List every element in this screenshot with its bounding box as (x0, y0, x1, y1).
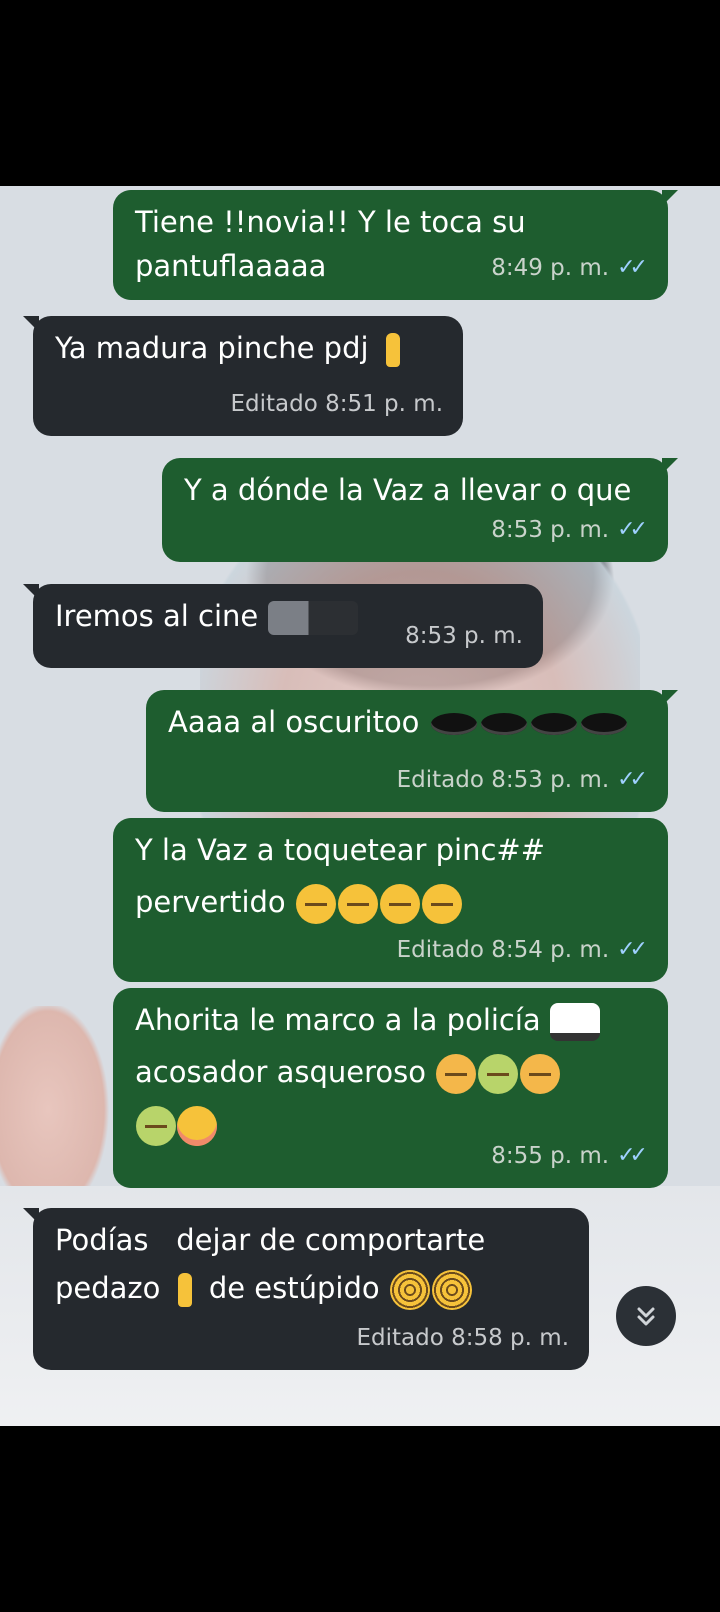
message-text: Tiene !!novia!! Y le toca su (135, 205, 526, 239)
expressionless-emoji-icon (295, 884, 336, 924)
expressionless-emoji-icon (421, 884, 462, 924)
message-text: Ya madura pinche pdj (55, 326, 441, 370)
bubble-tail (23, 1208, 39, 1224)
message-meta: Editado 8:54 p. m. ✓✓ (397, 928, 648, 972)
hole-emoji-icon (480, 713, 527, 735)
message-text: Y a dónde la Vaz a llevar o que (184, 473, 632, 507)
scroll-down-glyph (637, 1307, 655, 1326)
message-outgoing[interactable]: Aaaa al oscuritoo Editado 8:53 p. m. ✓✓ (146, 690, 678, 812)
message-meta: 8:53 p. m. (405, 614, 523, 658)
double-check-icon: ✓✓ (617, 255, 648, 280)
message-incoming[interactable]: Iremos al cine 8:53 p. m. (23, 584, 543, 668)
message-time: 8:49 p. m. (491, 255, 610, 281)
vomiting-face-emoji-icon (436, 1054, 477, 1094)
message-time: Editado 8:58 p. m. (356, 1325, 569, 1351)
message-text: Aaaa al oscuritoo (168, 700, 646, 744)
message-text: Ahorita le marco a la policía (135, 998, 646, 1042)
flushed-face-emoji-icon (177, 1106, 217, 1146)
bubble-tail (23, 584, 39, 600)
expressionless-emoji-icon (337, 884, 378, 924)
hole-emoji-icon (530, 713, 577, 735)
message-incoming[interactable]: Podías dejar de comportarte pedazo de es… (23, 1208, 589, 1370)
message-text: pedazo de estúpido (55, 1266, 567, 1310)
middle-finger-emoji-icon (177, 1273, 192, 1307)
message-meta: 8:49 p. m. ✓✓ (491, 246, 648, 290)
message-meta: Editado 8:53 p. m. ✓✓ (397, 758, 648, 802)
vomiting-face-emoji-icon (520, 1054, 561, 1094)
double-check-icon: ✓✓ (617, 937, 648, 962)
hole-emoji-icon (430, 713, 477, 735)
bubble-tail (23, 316, 39, 332)
dizzy-face-emoji-icon (389, 1270, 430, 1310)
movie-camera-emoji-icon (267, 601, 358, 635)
message-text: acosador asqueroso (135, 1050, 646, 1094)
message-outgoing[interactable]: Y la Vaz a toquetear pinc## pervertido E… (113, 818, 668, 982)
message-meta: Editado 8:58 p. m. (356, 1316, 569, 1360)
message-time: Editado 8:51 p. m. (230, 391, 443, 417)
message-text: Y la Vaz a toquetear pinc## (135, 833, 546, 867)
message-meta: 8:53 p. m. ✓✓ (491, 508, 648, 552)
middle-finger-emoji-icon (385, 333, 400, 367)
nauseated-face-emoji-icon (478, 1054, 519, 1094)
chevron-double-down-icon[interactable] (616, 1286, 676, 1346)
bubble-tail (662, 690, 678, 706)
message-time: 8:53 p. m. (405, 623, 523, 649)
hole-emoji-icon (580, 713, 627, 735)
bubble-tail (662, 190, 678, 206)
message-meta: Editado 8:51 p. m. (230, 382, 443, 426)
message-text: pervertido (135, 880, 646, 924)
message-outgoing[interactable]: Ahorita le marco a la policía acosador a… (113, 988, 668, 1188)
dizzy-face-emoji-icon (431, 1270, 472, 1310)
message-time: 8:55 p. m. (491, 1143, 610, 1169)
message-time: Editado 8:53 p. m. (396, 767, 610, 793)
police-car-emoji-icon (549, 1003, 600, 1041)
message-text: Podías dejar de comportarte (55, 1223, 486, 1257)
double-check-icon: ✓✓ (617, 767, 648, 792)
message-meta: 8:55 p. m. ✓✓ (491, 1134, 648, 1178)
expressionless-emoji-icon (379, 884, 420, 924)
message-time: Editado 8:54 p. m. (396, 937, 610, 963)
message-time: 8:53 p. m. (491, 517, 610, 543)
bubble-tail (662, 458, 678, 474)
double-check-icon: ✓✓ (617, 517, 648, 542)
message-incoming[interactable]: Ya madura pinche pdj Editado 8:51 p. m. (23, 316, 463, 436)
message-outgoing[interactable]: Y a dónde la Vaz a llevar o que 8:53 p. … (162, 458, 678, 562)
nauseated-face-emoji-icon (136, 1106, 176, 1146)
double-check-icon: ✓✓ (617, 1143, 648, 1168)
message-outgoing[interactable]: Tiene !!novia!! Y le toca su pantuflaaaa… (113, 190, 678, 300)
chat-area[interactable]: Tiene !!novia!! Y le toca su pantuflaaaa… (0, 186, 720, 1426)
